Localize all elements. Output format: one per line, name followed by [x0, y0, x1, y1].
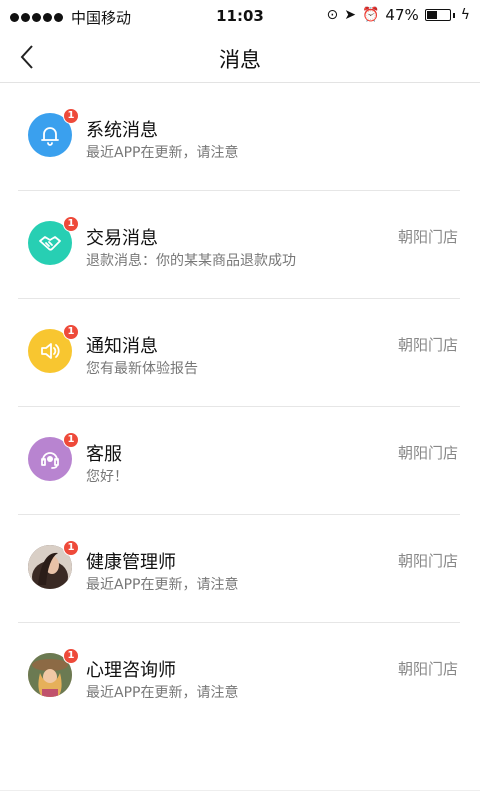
- status-right: ⊙ ➤ ⏰ 47% ϟ: [327, 6, 471, 24]
- store-label: 朝阳门店: [397, 444, 458, 462]
- unread-badge: 1: [63, 108, 79, 124]
- message-item[interactable]: 1 心理咨询师最近APP在更新，请注意 朝阳门店: [18, 623, 460, 730]
- message-title: 心理咨询师: [86, 660, 176, 681]
- message-preview: 最近APP在更新，请注意: [86, 685, 239, 701]
- store-label: 朝阳门店: [397, 552, 458, 570]
- store-label: 朝阳门店: [397, 336, 458, 354]
- location-icon: ➤: [344, 7, 356, 23]
- message-preview: 最近APP在更新，请注意: [86, 145, 239, 161]
- unread-badge: 1: [63, 432, 79, 448]
- nav-bar: 消息: [0, 32, 480, 83]
- store-label: 朝阳门店: [397, 660, 458, 678]
- unread-badge: 1: [63, 540, 79, 556]
- message-item[interactable]: 1 健康管理师最近APP在更新，请注意 朝阳门店: [18, 515, 460, 623]
- message-title: 客服: [86, 444, 122, 465]
- message-list: 1 系统消息 最近APP在更新，请注意 1 交易消息 退款消息：你的某某商品退款成功 朝阳门…: [18, 83, 460, 730]
- battery-percent: 47%: [385, 6, 419, 24]
- alarm-icon: ⏰: [361, 7, 380, 23]
- message-title: 通知消息: [86, 336, 158, 357]
- message-item[interactable]: 1 交易消息退款消息：你的某某商品退款成功 朝阳门店: [18, 191, 460, 299]
- rotation-lock-icon: ⊙: [326, 7, 339, 23]
- message-item[interactable]: 1 客服您好！ 朝阳门店: [18, 407, 460, 515]
- message-title: 健康管理师: [86, 552, 176, 573]
- unread-badge: 1: [63, 216, 79, 232]
- message-item[interactable]: 1 通知消息您有最新体验报告 朝阳门店: [18, 299, 460, 407]
- battery-cap: [452, 12, 455, 18]
- message-preview: 退款消息：你的某某商品退款成功: [86, 253, 296, 269]
- message-title: 交易消息: [86, 228, 158, 249]
- message-preview: 最近APP在更新，请注意: [86, 577, 239, 593]
- bottom-divider: [0, 790, 480, 791]
- message-title: 系统消息: [86, 120, 158, 141]
- battery-level: [426, 11, 437, 19]
- charging-icon: ϟ: [460, 7, 470, 23]
- message-preview: 您有最新体验报告: [86, 361, 198, 377]
- unread-badge: 1: [63, 324, 79, 340]
- message-preview: 您好！: [86, 469, 128, 485]
- battery-icon: [424, 9, 451, 21]
- message-item[interactable]: 1 系统消息最近APP在更新，请注意: [18, 83, 460, 191]
- unread-badge: 1: [63, 648, 79, 664]
- page-title: 消息: [219, 48, 261, 72]
- store-label: 朝阳门店: [397, 228, 458, 246]
- status-bar: 中国移动 11:03 ⊙ ➤ ⏰ 47% ϟ: [0, 0, 480, 32]
